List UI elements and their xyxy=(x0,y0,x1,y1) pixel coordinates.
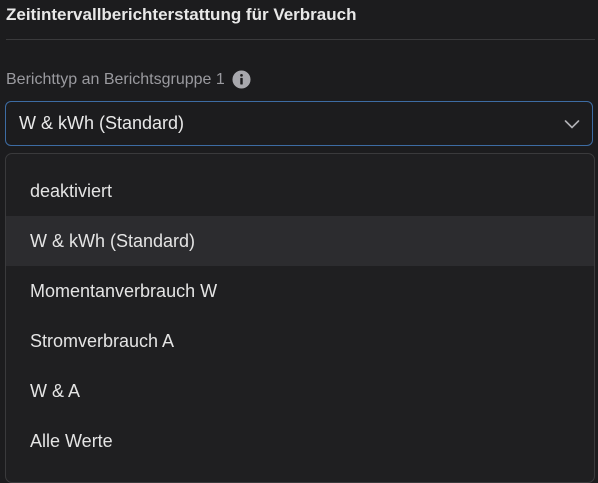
option-stromverbrauch-a[interactable]: Stromverbrauch A xyxy=(6,316,594,366)
dropdown-menu: deaktiviert W & kWh (Standard) Momentanv… xyxy=(5,153,595,483)
option-momentanverbrauch-w[interactable]: Momentanverbrauch W xyxy=(6,266,594,316)
chevron-down-icon[interactable] xyxy=(564,116,580,132)
section-title: Zeitintervallberichterstattung für Verbr… xyxy=(6,5,357,24)
field-label: Berichttyp an Berichtsgruppe 1 xyxy=(6,70,251,89)
option-deaktiviert[interactable]: deaktiviert xyxy=(6,166,594,216)
divider xyxy=(6,39,595,40)
field-label-text: Berichttyp an Berichtsgruppe 1 xyxy=(6,70,225,88)
option-alle-werte[interactable]: Alle Werte xyxy=(6,416,594,466)
option-w-kwh-standard[interactable]: W & kWh (Standard) xyxy=(6,216,594,266)
info-icon[interactable] xyxy=(232,70,251,89)
select-value: W & kWh (Standard) xyxy=(19,113,185,133)
report-type-select[interactable]: W & kWh (Standard) xyxy=(5,101,593,146)
option-w-a[interactable]: W & A xyxy=(6,366,594,416)
